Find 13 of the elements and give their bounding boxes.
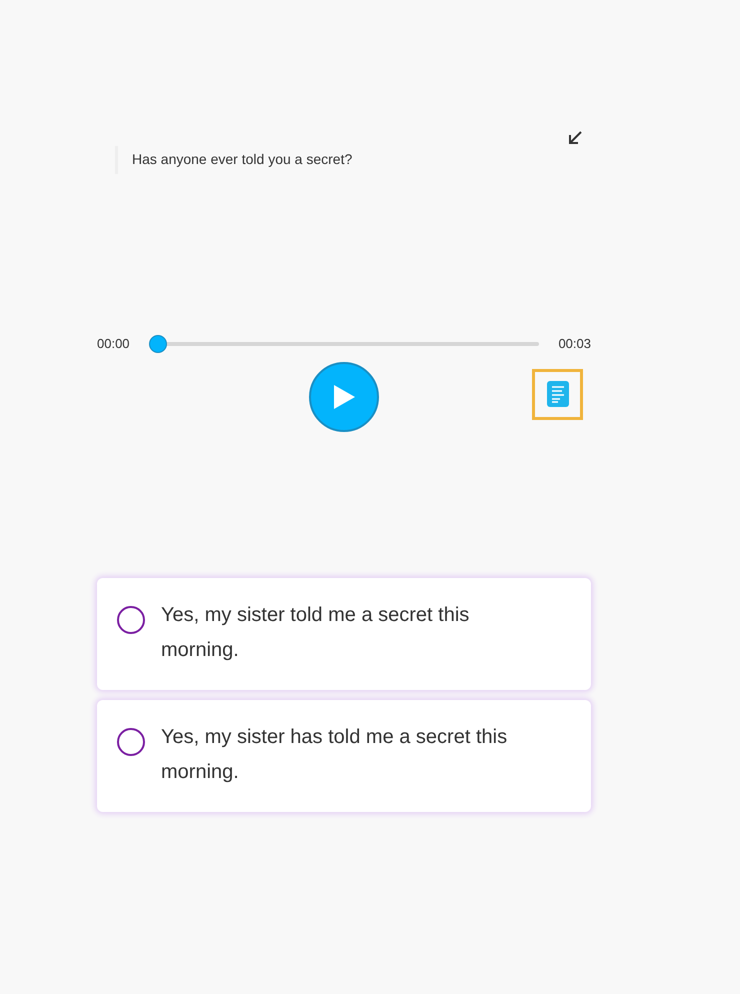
answer-text: Yes, my sister told me a secret this morning. [161, 602, 470, 662]
answer-text: Yes, my sister has told me a secret this morning. [161, 724, 508, 784]
duration-time: 00:03 [557, 335, 591, 353]
play-icon [332, 384, 356, 410]
radio-button[interactable] [117, 606, 145, 634]
radio-button[interactable] [117, 728, 145, 756]
question-text: Has anyone ever told you a secret? [132, 151, 352, 167]
answer-option[interactable]: Yes, my sister told me a secret this morning. [97, 578, 591, 690]
answer-option[interactable]: Yes, my sister has told me a secret this morning. [97, 700, 591, 812]
document-icon [546, 381, 568, 407]
current-time: 00:00 [97, 335, 131, 353]
collapse-arrow-icon[interactable] [567, 130, 583, 146]
seek-slider[interactable] [149, 334, 539, 353]
